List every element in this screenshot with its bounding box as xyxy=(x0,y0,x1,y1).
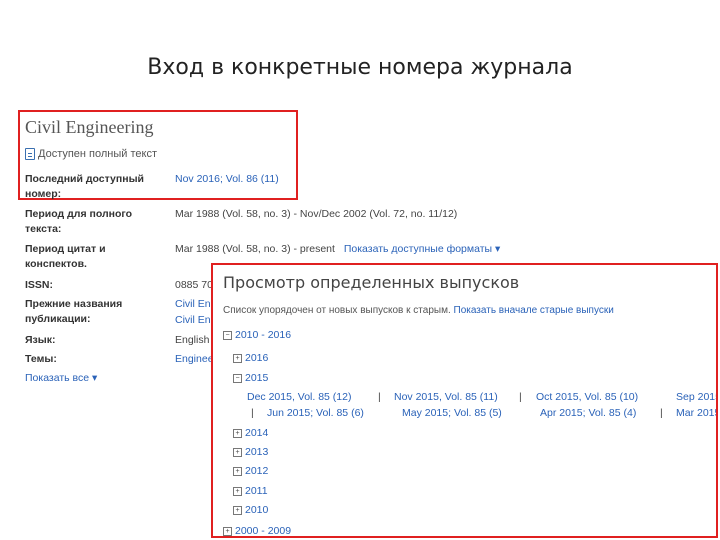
label-former-titles: Прежние названия публикации: xyxy=(25,298,123,325)
collapse-icon: − xyxy=(233,373,242,383)
separator: | xyxy=(660,407,663,419)
value-citation-period: Mar 1988 (Vol. 58, no. 3) - present Пока… xyxy=(175,242,500,257)
value-language: English xyxy=(175,334,210,346)
label-issn: ISSN: xyxy=(25,279,54,291)
issue-apr-2015[interactable]: Apr 2015; Vol. 85 (4) xyxy=(540,407,636,419)
citation-period-text: Mar 1988 (Vol. 58, no. 3) - present xyxy=(175,243,335,255)
full-text-label: Доступен полный текст xyxy=(38,148,157,160)
range-2010-2016[interactable]: − 2010 - 2016 xyxy=(223,329,291,341)
year-2014[interactable]: + 2014 xyxy=(233,427,268,439)
year-2013[interactable]: + 2013 xyxy=(233,446,268,458)
sort-note: Список упорядочен от новых выпусков к ст… xyxy=(223,305,614,316)
expand-icon: + xyxy=(233,447,242,457)
issue-jun-2015[interactable]: Jun 2015; Vol. 85 (6) xyxy=(267,407,364,419)
issue-may-2015[interactable]: May 2015; Vol. 85 (5) xyxy=(402,407,502,419)
label-citation-period: Период цитат и конспектов. xyxy=(25,243,106,270)
value-latest-issue[interactable]: Nov 2016; Vol. 86 (11) xyxy=(175,172,279,187)
expand-icon: + xyxy=(233,486,242,496)
value-former-title-1[interactable]: Civil En xyxy=(175,297,211,312)
expand-icon: + xyxy=(233,505,242,515)
show-formats-link[interactable]: Показать доступные форматы ▾ xyxy=(344,243,500,255)
issues-panel-title: Просмотр определенных выпусков xyxy=(223,273,520,292)
year-2016[interactable]: + 2016 xyxy=(233,352,268,364)
separator: | xyxy=(251,407,254,419)
range-label: 2000 - 2009 xyxy=(235,525,292,537)
label-latest-issue: Последний доступный номер: xyxy=(25,173,144,200)
label-language: Язык: xyxy=(25,334,56,346)
collapse-icon: − xyxy=(223,330,232,340)
issue-nov-2015[interactable]: Nov 2015, Vol. 85 (11) xyxy=(394,391,498,403)
issue-dec-2015[interactable]: Dec 2015, Vol. 85 (12) xyxy=(247,391,351,403)
expand-icon: + xyxy=(233,428,242,438)
year-label: 2015 xyxy=(245,372,269,384)
label-full-text-period: Период для полного текста: xyxy=(25,208,133,235)
expand-icon: + xyxy=(233,466,242,476)
value-subjects[interactable]: Enginee xyxy=(175,352,214,367)
issue-mar-2015[interactable]: Mar 2015 xyxy=(676,407,716,419)
year-label: 2010 xyxy=(245,504,269,516)
slide-title: Вход в конкретные номера журнала xyxy=(147,55,573,80)
full-text-available[interactable]: Доступен полный текст xyxy=(25,148,157,160)
year-label: 2014 xyxy=(245,427,269,439)
value-full-text-period: Mar 1988 (Vol. 58, no. 3) - Nov/Dec 2002… xyxy=(175,208,458,220)
year-2011[interactable]: + 2011 xyxy=(233,485,268,497)
issues-panel: Просмотр определенных выпусков Список уп… xyxy=(211,263,718,538)
separator: | xyxy=(519,391,522,403)
expand-icon: + xyxy=(233,353,242,363)
year-label: 2016 xyxy=(245,352,269,364)
document-icon xyxy=(25,148,35,160)
value-former-title-2[interactable]: Civil En xyxy=(175,313,211,328)
year-2015[interactable]: − 2015 xyxy=(233,372,268,384)
year-label: 2011 xyxy=(245,485,268,497)
show-all-link[interactable]: Показать все ▾ xyxy=(25,372,97,384)
range-label: 2010 - 2016 xyxy=(235,329,292,341)
value-issn: 0885 70 xyxy=(175,279,213,291)
year-2010[interactable]: + 2010 xyxy=(233,504,268,516)
label-subjects: Темы: xyxy=(25,353,57,365)
issue-oct-2015[interactable]: Oct 2015, Vol. 85 (10) xyxy=(536,391,638,403)
separator: | xyxy=(378,391,381,403)
sort-oldest-first-link[interactable]: Показать вначале старые выпуски xyxy=(454,305,614,316)
year-2012[interactable]: + 2012 xyxy=(233,465,268,477)
sort-note-text: Список упорядочен от новых выпусков к ст… xyxy=(223,305,451,316)
year-label: 2012 xyxy=(245,465,269,477)
publication-title: Civil Engineering xyxy=(25,117,154,137)
year-label: 2013 xyxy=(245,446,269,458)
issue-sep-2015[interactable]: Sep 2015 xyxy=(676,391,716,403)
range-2000-2009[interactable]: + 2000 - 2009 xyxy=(223,525,292,537)
expand-icon: + xyxy=(223,526,232,536)
